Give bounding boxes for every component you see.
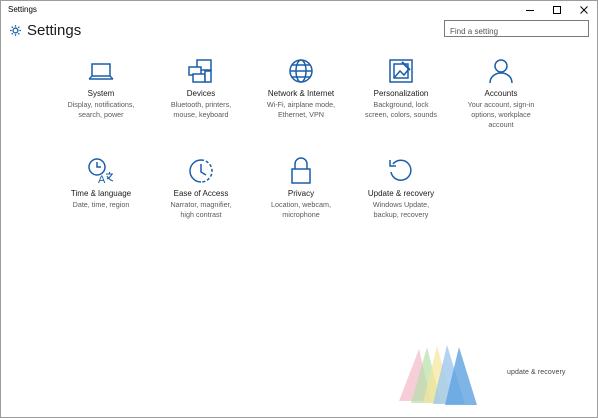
- minimize-button[interactable]: [516, 1, 543, 18]
- tile-accounts-desc: Your account, sign-in options, workplace…: [451, 100, 551, 130]
- tile-accounts-desc-line-3: account: [488, 120, 514, 129]
- tile-update-recovery-desc-line-1: Windows Update,: [372, 200, 430, 209]
- tile-personalization-desc-line-1: Background, lock: [373, 100, 429, 109]
- ease-of-access-icon: [186, 156, 216, 186]
- tile-ease-of-access-desc-line-1: Narrator, magnifier,: [170, 200, 232, 209]
- minimize-icon: [525, 9, 534, 11]
- tile-time-language-name: Time & language: [70, 189, 132, 198]
- tile-accounts-desc-line-2: options, workplace: [471, 110, 531, 119]
- tile-accounts-desc-line-1: Your account, sign-in: [467, 100, 535, 109]
- tile-privacy-desc: Location, webcam, microphone: [251, 200, 351, 220]
- person-icon: [486, 56, 516, 86]
- tile-devices-desc: Bluetooth, printers, mouse, keyboard: [151, 100, 251, 120]
- tile-update-recovery-name: Update & recovery: [367, 189, 435, 198]
- tile-devices[interactable]: Devices Bluetooth, printers, mouse, keyb…: [151, 56, 251, 120]
- tile-ease-of-access-desc-line-2: high contrast: [180, 210, 222, 219]
- tile-network[interactable]: Network & Internet Wi-Fi, airplane mode,…: [251, 56, 351, 120]
- tile-network-desc-line-1: Wi-Fi, airplane mode,: [266, 100, 336, 109]
- tile-privacy-desc-line-1: Location, webcam,: [271, 200, 331, 209]
- tile-system-desc-line-1: Display, notifications,: [67, 100, 135, 109]
- tile-privacy-name: Privacy: [287, 189, 315, 198]
- tile-time-language[interactable]: A Time & language Date, time, region: [51, 156, 151, 210]
- tile-devices-desc-line-1: Bluetooth, printers,: [170, 100, 232, 109]
- personalization-icon: [386, 56, 416, 86]
- tile-personalization-name: Personalization: [373, 89, 429, 98]
- time-language-icon: A: [86, 156, 116, 186]
- window-title: Settings: [8, 5, 37, 14]
- tile-personalization-desc: Background, lock screen, colors, sounds: [351, 100, 451, 120]
- tile-ease-of-access-name: Ease of Access: [173, 189, 229, 198]
- close-icon: [579, 5, 588, 14]
- page-title: Settings: [27, 22, 82, 39]
- tile-system-desc: Display, notifications, search, power: [51, 100, 151, 120]
- tile-privacy-desc-line-2: microphone: [282, 210, 320, 219]
- maximize-icon: [552, 5, 561, 14]
- tile-update-recovery-desc: Windows Update, backup, recovery: [351, 200, 451, 220]
- tile-update-recovery[interactable]: Update & recovery Windows Update, backup…: [351, 156, 451, 220]
- devices-icon: [186, 56, 216, 86]
- search-input[interactable]: [445, 24, 588, 39]
- search-box[interactable]: [444, 20, 589, 39]
- tile-system[interactable]: System Display, notifications, search, p…: [51, 56, 151, 120]
- tile-personalization-desc-line-2: screen, colors, sounds: [365, 110, 437, 119]
- tile-update-recovery-desc-line-2: backup, recovery: [373, 210, 429, 219]
- tile-devices-name: Devices: [186, 89, 216, 98]
- settings-header: Settings: [1, 18, 597, 46]
- tile-ease-of-access[interactable]: Ease of Access Narrator, magnifier, high…: [151, 156, 251, 220]
- title-bar[interactable]: Settings: [1, 1, 597, 18]
- tile-network-name: Network & Internet: [267, 89, 335, 98]
- tile-accounts-name: Accounts: [484, 89, 518, 98]
- maximize-button[interactable]: [543, 1, 570, 18]
- svg-text:A: A: [98, 174, 106, 185]
- settings-window: Settings Settings Find a setting System …: [0, 0, 598, 418]
- refresh-icon: [386, 156, 416, 186]
- tile-accounts[interactable]: Accounts Your account, sign-in options, …: [451, 56, 551, 130]
- tile-personalization[interactable]: Personalization Background, lock screen,…: [351, 56, 451, 120]
- tile-system-desc-line-2: search, power: [78, 110, 124, 119]
- close-button[interactable]: [570, 1, 597, 18]
- watermark: update & recovery: [389, 341, 589, 411]
- lock-icon: [286, 156, 316, 186]
- tile-privacy[interactable]: Privacy Location, webcam, microphone: [251, 156, 351, 220]
- tile-devices-desc-line-2: mouse, keyboard: [173, 110, 229, 119]
- tile-time-language-desc-line-1: Date, time, region: [72, 200, 130, 209]
- watermark-text: update & recovery: [507, 369, 566, 376]
- laptop-icon: [86, 56, 116, 86]
- gear-icon: [10, 25, 21, 36]
- globe-icon: [286, 56, 316, 86]
- tile-time-language-desc: Date, time, region: [51, 200, 151, 210]
- tile-network-desc: Wi-Fi, airplane mode, Ethernet, VPN: [251, 100, 351, 120]
- tile-network-desc-line-2: Ethernet, VPN: [278, 110, 324, 119]
- tile-ease-of-access-desc: Narrator, magnifier, high contrast: [151, 200, 251, 220]
- watermark-logo: [399, 345, 477, 405]
- tile-system-name: System: [87, 89, 115, 98]
- window-controls: [516, 1, 597, 18]
